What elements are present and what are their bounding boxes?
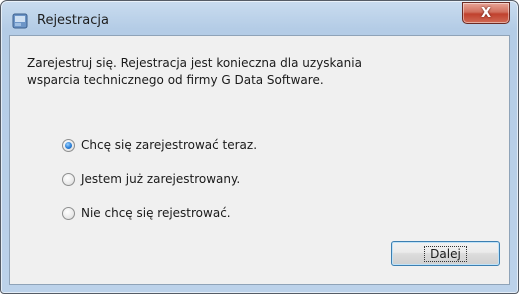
title-bar[interactable]: Rejestracja X [1, 1, 518, 35]
info-text: Zarejestruj się. Rejestracja jest koniec… [27, 55, 497, 89]
option-label: Nie chcę się rejestrować. [81, 206, 231, 220]
option-label: Chcę się zarejestrować teraz. [81, 138, 258, 152]
close-icon: X [480, 5, 492, 21]
info-line: wsparcia technicznego od firmy G Data So… [27, 73, 324, 87]
next-button-label: Dalej [424, 245, 467, 262]
info-line: Zarejestruj się. Rejestracja jest koniec… [27, 56, 362, 70]
window-title: Rejestracja [37, 13, 109, 28]
option-do-not-register[interactable]: Nie chcę się rejestrować. [62, 206, 231, 220]
radio-button[interactable] [62, 206, 75, 220]
option-register-now[interactable]: Chcę się zarejestrować teraz. [62, 138, 257, 152]
radio-button[interactable] [62, 172, 75, 186]
dialog-body: Zarejestruj się. Rejestracja jest koniec… [9, 35, 510, 285]
radio-button-checked[interactable] [62, 138, 75, 152]
app-icon [12, 13, 28, 29]
next-button[interactable]: Dalej [391, 241, 500, 266]
close-button[interactable]: X [462, 2, 510, 24]
option-label: Jestem już zarejestrowany. [81, 172, 241, 186]
registration-dialog: Rejestracja X Zarejestruj się. Rejestrac… [0, 0, 519, 294]
option-already-registered[interactable]: Jestem już zarejestrowany. [62, 172, 240, 186]
